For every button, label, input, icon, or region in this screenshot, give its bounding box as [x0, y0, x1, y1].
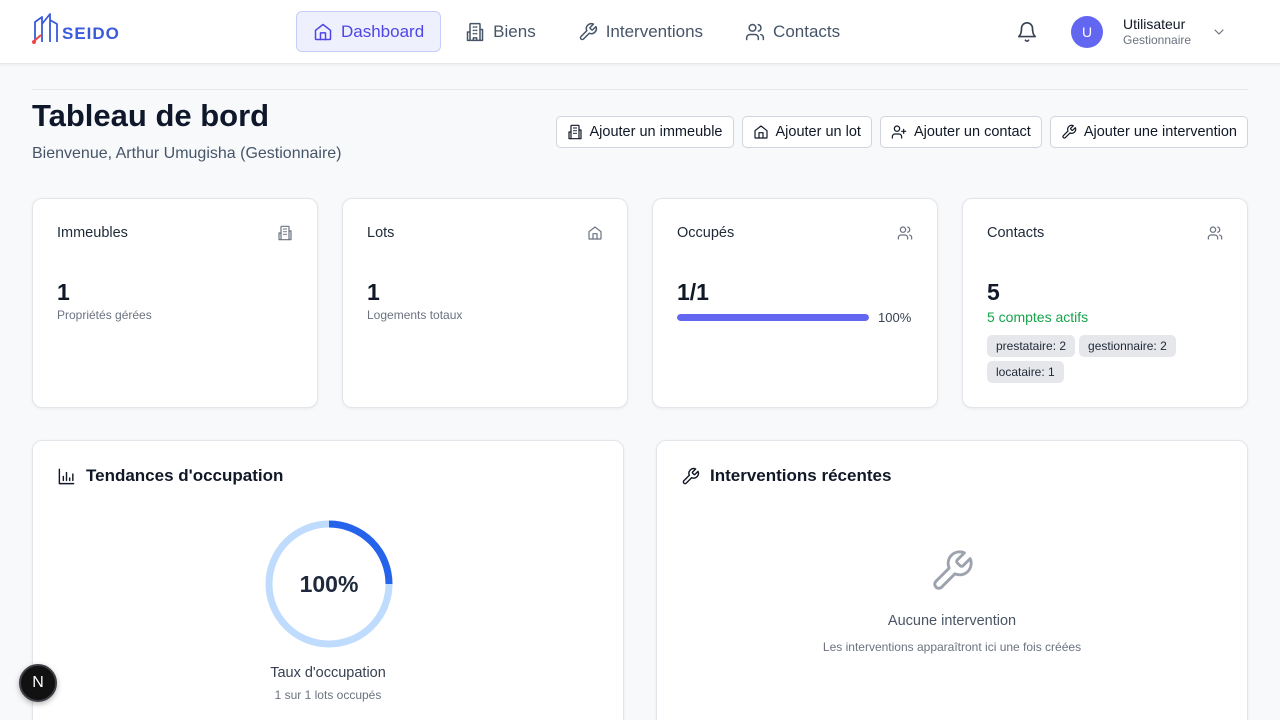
role-tags: prestataire: 2 gestionnaire: 2 locataire…: [987, 335, 1227, 383]
logo-icon: [32, 13, 58, 44]
home-icon: [753, 125, 768, 139]
active-accounts: 5 comptes actifs: [987, 309, 1089, 325]
add-lot-button[interactable]: Ajouter un lot: [741, 116, 872, 148]
empty-state-title: Aucune intervention: [887, 613, 1017, 629]
stat-label: Contacts: [987, 225, 1045, 241]
user-plus-icon: [891, 125, 907, 139]
nav-label: Biens: [493, 21, 536, 41]
role-tag: locataire: 1: [987, 361, 1064, 383]
nav-label: Contacts: [773, 21, 841, 41]
page-title: Tableau de bord: [32, 98, 270, 133]
donut-percent: 100%: [299, 570, 359, 597]
progress-fill: [677, 314, 869, 321]
quick-actions: Ajouter un immeuble Ajouter un lot Ajout…: [555, 116, 1248, 148]
wrench-icon: [1062, 124, 1077, 139]
users-icon: [745, 23, 765, 40]
stat-card-occupes: Occupés 1/1 100%: [652, 198, 938, 408]
chevron-down-icon: [1214, 29, 1224, 35]
nav-item-dashboard[interactable]: Dashboard: [296, 11, 442, 52]
stat-label: Lots: [367, 225, 395, 241]
notifications-button[interactable]: [1016, 21, 1038, 43]
wrench-icon: [929, 548, 975, 594]
card-header: Tendances d'occupation: [57, 466, 283, 486]
card-header: Interventions récentes: [681, 466, 891, 486]
home-icon: [587, 225, 603, 241]
top-header: SEIDO Dashboard Biens Interventions Cont…: [0, 0, 1280, 64]
nav-label: Dashboard: [341, 21, 425, 41]
add-contact-button[interactable]: Ajouter un contact: [879, 116, 1042, 148]
stat-value: 5: [987, 279, 1000, 305]
empty-state-subtitle: Les interventions apparaîtront ici une f…: [822, 640, 1082, 654]
occupancy-rate-sub: 1 sur 1 lots occupés: [274, 688, 382, 702]
wrench-icon: [579, 22, 597, 40]
role-tag: prestataire: 2: [987, 335, 1076, 357]
nav-label: Interventions: [605, 21, 704, 41]
dev-tools-badge[interactable]: N: [19, 664, 57, 702]
occupancy-rate-label: Taux d'occupation: [270, 665, 386, 681]
stat-card-lots: Lots 1 Logements totaux: [342, 198, 628, 408]
page-subtitle: Bienvenue, Arthur Umugisha (Gestionnaire…: [32, 145, 342, 162]
user-role: Gestionnaire: [1123, 33, 1192, 47]
stat-subtext: Logements totaux: [367, 308, 463, 322]
stat-value: 1: [367, 279, 380, 305]
users-icon: [897, 225, 913, 241]
user-name[interactable]: Utilisateur: [1123, 16, 1185, 32]
building-icon: [277, 225, 293, 241]
bell-icon: [1017, 22, 1037, 42]
logo-text: SEIDO: [62, 24, 120, 43]
button-label: Ajouter un immeuble: [589, 124, 723, 140]
card-title: Interventions récentes: [710, 466, 892, 485]
main-nav: Dashboard Biens Interventions Contacts: [296, 11, 858, 52]
stat-label: Occupés: [677, 225, 735, 241]
recent-interventions-card: Interventions récentes Aucune interventi…: [656, 440, 1248, 720]
home-icon: [314, 23, 332, 40]
occupancy-progress-bar: [677, 314, 869, 321]
stat-subtext: Propriétés gérées: [57, 308, 152, 322]
add-building-button[interactable]: Ajouter un immeuble: [555, 116, 734, 148]
nav-item-biens[interactable]: Biens: [447, 11, 554, 52]
wrench-icon: [682, 467, 700, 484]
building-icon: [567, 124, 582, 140]
logo[interactable]: SEIDO: [32, 12, 120, 44]
user-menu-toggle[interactable]: [1211, 24, 1227, 40]
stat-card-immeubles: Immeubles 1 Propriétés gérées: [32, 198, 318, 408]
occupancy-trends-card: Tendances d'occupation 100% Taux d'occup…: [32, 440, 624, 720]
stat-value: 1: [57, 279, 70, 305]
avatar[interactable]: U: [1071, 16, 1103, 48]
button-label: Ajouter un contact: [913, 124, 1031, 140]
building-icon: [466, 22, 484, 41]
card-title: Tendances d'occupation: [86, 466, 284, 485]
users-icon: [1207, 225, 1223, 241]
button-label: Ajouter une intervention: [1083, 124, 1237, 140]
add-intervention-button[interactable]: Ajouter une intervention: [1049, 116, 1248, 148]
divider: [32, 89, 1248, 90]
bar-chart-icon: [58, 468, 75, 484]
role-tag: gestionnaire: 2: [1079, 335, 1176, 357]
nav-item-contacts[interactable]: Contacts: [727, 11, 858, 52]
stat-label: Immeubles: [57, 225, 128, 241]
progress-percent: 100%: [878, 310, 912, 325]
stat-value: 1/1: [677, 279, 709, 305]
nav-item-interventions[interactable]: Interventions: [560, 11, 721, 52]
stat-card-contacts: Contacts 5 5 comptes actifs prestataire:…: [962, 198, 1248, 408]
button-label: Ajouter un lot: [775, 124, 861, 140]
